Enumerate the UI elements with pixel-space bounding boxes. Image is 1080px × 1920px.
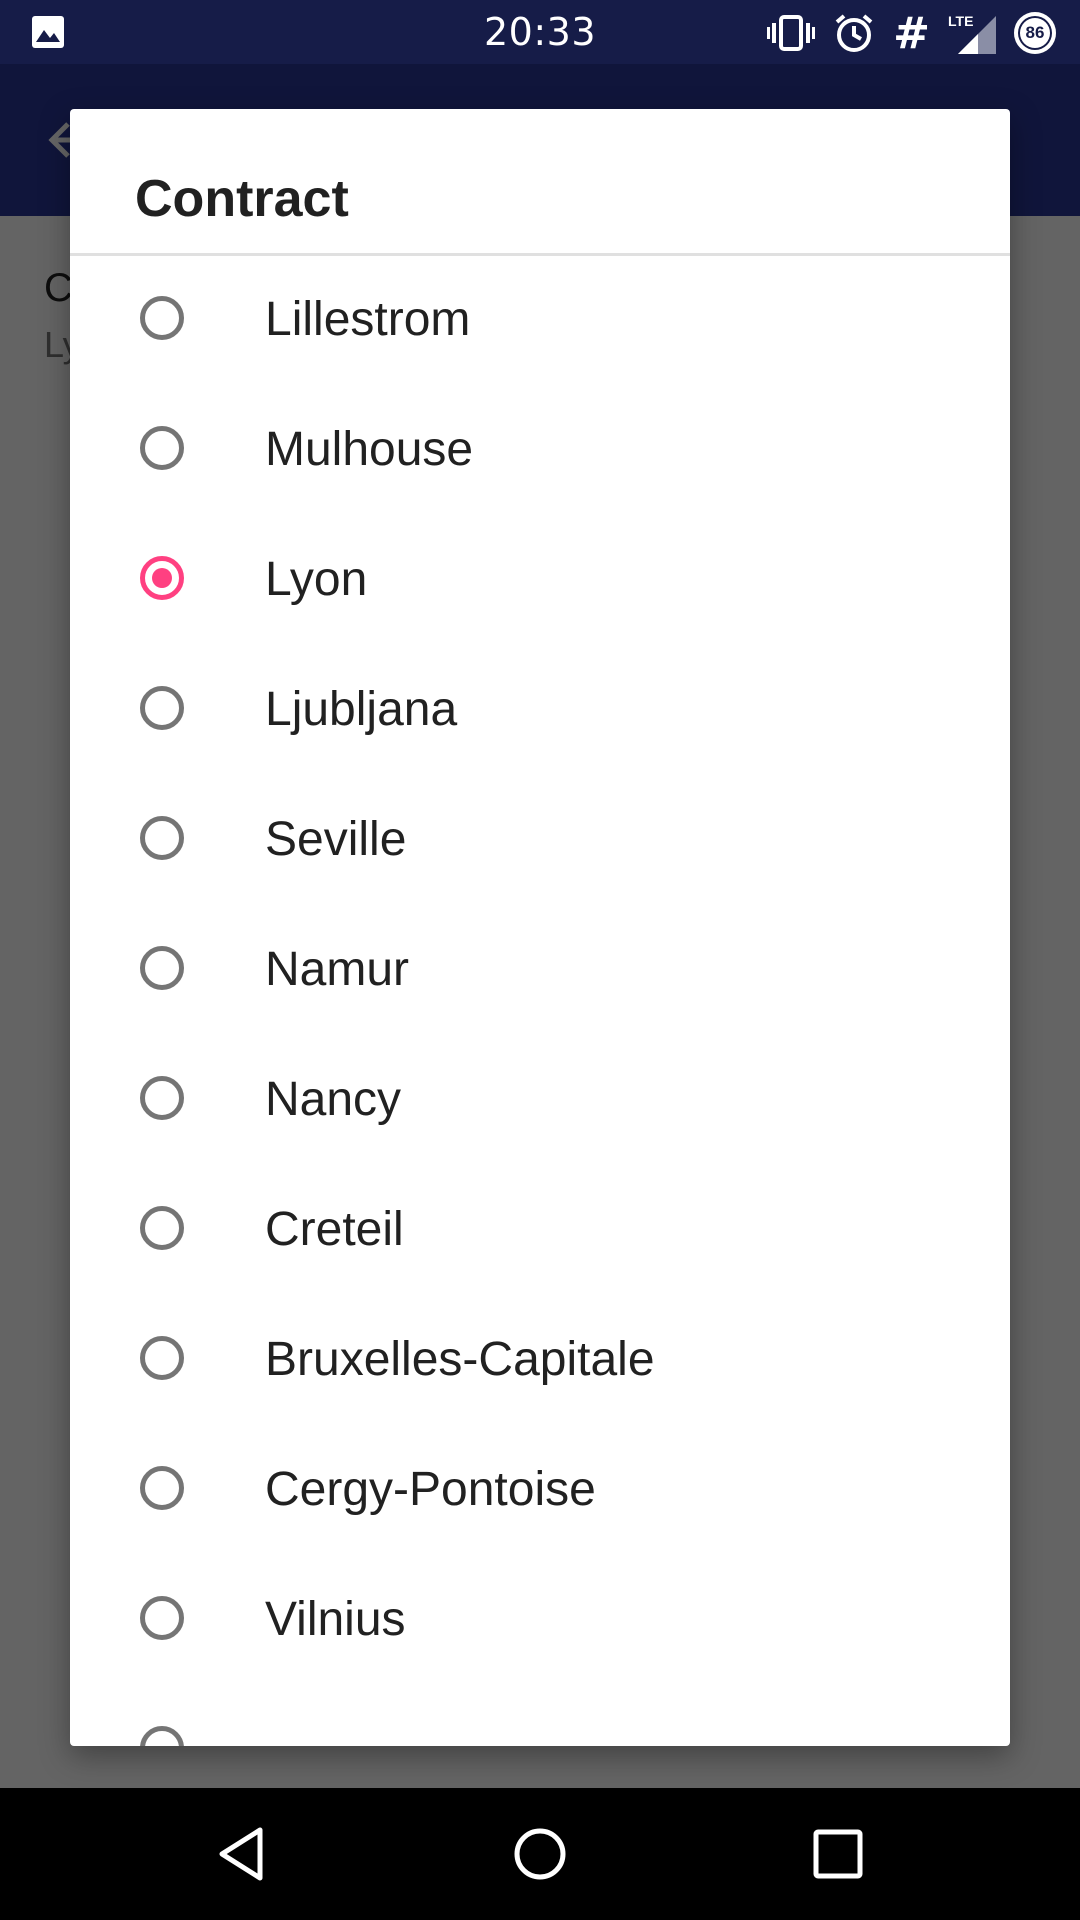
option-partial[interactable] bbox=[70, 1686, 1010, 1746]
radio-button[interactable] bbox=[140, 1726, 184, 1746]
option-label: Seville bbox=[265, 813, 407, 866]
contract-dialog: Contract Lillestrom Mulhouse Lyon Ljublj… bbox=[70, 109, 1010, 1746]
radio-button[interactable] bbox=[140, 946, 184, 990]
option-label: Bruxelles-Capitale bbox=[265, 1333, 655, 1386]
option-label: Cergy-Pontoise bbox=[265, 1463, 596, 1516]
option-mulhouse[interactable]: Mulhouse bbox=[70, 386, 1010, 516]
options-list[interactable]: Lillestrom Mulhouse Lyon Ljubljana Sevil… bbox=[70, 256, 1010, 1746]
radio-button-selected[interactable] bbox=[140, 556, 184, 600]
option-vilnius[interactable]: Vilnius bbox=[70, 1556, 1010, 1686]
option-ljubljana[interactable]: Ljubljana bbox=[70, 646, 1010, 776]
option-label: Vilnius bbox=[265, 1593, 406, 1646]
radio-button[interactable] bbox=[140, 1596, 184, 1640]
radio-button[interactable] bbox=[140, 1206, 184, 1250]
radio-button[interactable] bbox=[140, 686, 184, 730]
option-label: Namur bbox=[265, 943, 410, 996]
option-label: Lyon bbox=[265, 553, 368, 606]
dialog-title: Contract bbox=[135, 170, 349, 228]
radio-button[interactable] bbox=[140, 1466, 184, 1510]
radio-button[interactable] bbox=[140, 1076, 184, 1120]
option-lillestrom[interactable]: Lillestrom bbox=[70, 256, 1010, 386]
option-cergy-pontoise[interactable]: Cergy-Pontoise bbox=[70, 1426, 1010, 1556]
alarm-icon bbox=[833, 12, 875, 54]
battery-icon: 86 bbox=[1014, 12, 1056, 54]
hash-icon: # bbox=[893, 7, 930, 59]
vibrate-icon bbox=[767, 13, 816, 53]
status-bar: 20:33 # LTE 86 bbox=[0, 0, 1080, 64]
option-label: Ljubljana bbox=[265, 683, 458, 736]
radio-button[interactable] bbox=[140, 296, 184, 340]
option-label: Nancy bbox=[265, 1073, 402, 1126]
home-icon[interactable] bbox=[510, 1824, 570, 1884]
option-seville[interactable]: Seville bbox=[70, 776, 1010, 906]
option-label: Mulhouse bbox=[265, 423, 474, 476]
option-lyon[interactable]: Lyon bbox=[70, 516, 1010, 646]
network-type-label: LTE bbox=[948, 13, 973, 29]
option-bruxelles-capitale[interactable]: Bruxelles-Capitale bbox=[70, 1296, 1010, 1426]
recents-icon[interactable] bbox=[808, 1824, 868, 1884]
option-label: Creteil bbox=[265, 1203, 404, 1256]
option-nancy[interactable]: Nancy bbox=[70, 1036, 1010, 1166]
signal-icon: LTE bbox=[948, 12, 996, 54]
option-creteil[interactable]: Creteil bbox=[70, 1166, 1010, 1296]
option-namur[interactable]: Namur bbox=[70, 906, 1010, 1036]
back-icon[interactable] bbox=[214, 1824, 274, 1884]
option-label: Lillestrom bbox=[265, 293, 471, 346]
navigation-bar bbox=[0, 1788, 1080, 1920]
radio-button[interactable] bbox=[140, 426, 184, 470]
radio-button[interactable] bbox=[140, 1336, 184, 1380]
radio-button[interactable] bbox=[140, 816, 184, 860]
